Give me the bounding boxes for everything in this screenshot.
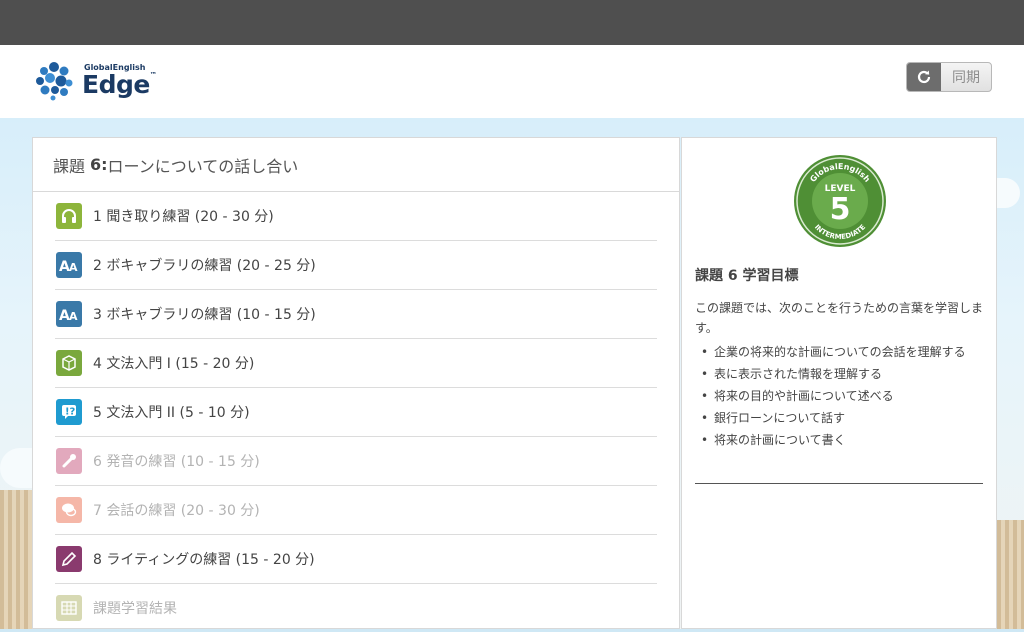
activity-item[interactable]: 4 文法入門 I (15 - 20 分)	[55, 339, 657, 388]
goal-item: 企業の将来的な計画についての会話を理解する	[695, 341, 985, 363]
logo-main-word: Edge	[82, 69, 150, 99]
activity-list: 1 聞き取り練習 (20 - 30 分) AA 2 ボキャブラリの練習 (20 …	[33, 192, 679, 632]
activity-item[interactable]: AA 3 ボキャブラリの練習 (10 - 15 分)	[55, 290, 657, 339]
goal-item: 将来の計画について書く	[695, 429, 985, 451]
activity-label: 6 発音の練習 (10 - 15 分)	[93, 454, 260, 470]
activity-item[interactable]: AA 2 ボキャブラリの練習 (20 - 25 分)	[55, 241, 657, 290]
activity-label: 5 文法入門 II (5 - 10 分)	[93, 405, 250, 421]
svg-text:A: A	[69, 310, 78, 321]
activity-item[interactable]: !? 5 文法入門 II (5 - 10 分)	[55, 388, 657, 437]
task-name: ローンについての話し合い	[107, 156, 299, 176]
sync-label: 同期	[952, 70, 980, 86]
activity-label: 1 聞き取り練習 (20 - 30 分)	[93, 209, 274, 225]
goal-item: 将来の目的や計画について述べる	[695, 385, 985, 407]
pencil-icon	[56, 546, 82, 572]
activity-label: 4 文法入門 I (15 - 20 分)	[93, 356, 255, 372]
headphones-icon	[56, 203, 82, 229]
activity-item[interactable]: 8 ライティングの練習 (15 - 20 分)	[55, 535, 657, 584]
activity-label: 2 ボキャブラリの練習 (20 - 25 分)	[93, 258, 316, 274]
task-title: 課題 6: ローンについての話し合い	[33, 138, 679, 192]
activity-item[interactable]: 1 聞き取り練習 (20 - 30 分)	[55, 192, 657, 241]
browser-top-bar	[0, 0, 1024, 45]
goal-item: 銀行ローンについて話す	[695, 407, 985, 429]
bridge-illustration-left	[0, 490, 34, 629]
goals-list: 企業の将来的な計画についての会話を理解する 表に表示された情報を理解する 将来の…	[695, 341, 985, 451]
goal-item: 表に表示された情報を理解する	[695, 363, 985, 385]
svg-text:A: A	[69, 261, 78, 272]
activity-label: 7 会話の練習 (20 - 30 分)	[93, 503, 260, 519]
vocabulary-icon: AA	[56, 301, 82, 327]
vocabulary-icon: AA	[56, 252, 82, 278]
activity-item[interactable]: 6 発音の練習 (10 - 15 分)	[55, 437, 657, 486]
pronunciation-icon	[56, 448, 82, 474]
goals-divider	[695, 483, 983, 484]
activity-label: 課題学習結果	[93, 601, 177, 617]
level-badge-icon: GlobalEnglish INTERMEDIATE LEVEL 5	[794, 155, 886, 247]
goals-panel: GlobalEnglish INTERMEDIATE LEVEL 5 課題 6 …	[681, 137, 997, 629]
results-grid-icon	[56, 595, 82, 621]
logo-main-text: Edge™	[82, 69, 157, 99]
goals-intro: この課題では、次のことを行うための言葉を学習します。	[695, 301, 984, 335]
sync-button[interactable]: 同期	[906, 62, 992, 92]
globalenglish-edge-logo[interactable]: GlobalEnglish Edge™	[33, 57, 157, 103]
grammar-cube-icon	[56, 350, 82, 376]
task-prefix: 課題	[53, 156, 86, 176]
conversation-icon	[56, 497, 82, 523]
app-header: GlobalEnglish Edge™ 同期	[0, 45, 1024, 119]
activity-item[interactable]: 課題学習結果	[55, 584, 657, 632]
activity-panel: 課題 6: ローンについての話し合い 1 聞き取り練習 (20 - 30 分) …	[32, 137, 680, 629]
refresh-icon	[907, 63, 941, 91]
badge-level-number: 5	[830, 192, 851, 227]
globe-logo-icon	[34, 60, 74, 101]
logo-trademark: ™	[149, 70, 157, 79]
activity-label: 8 ライティングの練習 (15 - 20 分)	[93, 552, 315, 568]
grammar-question-icon: !?	[56, 399, 82, 425]
task-number: 6:	[90, 155, 108, 174]
goals-title: 課題 6 学習目標	[695, 268, 799, 284]
activity-item[interactable]: 7 会話の練習 (20 - 30 分)	[55, 486, 657, 535]
bridge-illustration-right	[997, 520, 1024, 629]
svg-text:!?: !?	[65, 407, 76, 418]
activity-label: 3 ボキャブラリの練習 (10 - 15 分)	[93, 307, 316, 323]
